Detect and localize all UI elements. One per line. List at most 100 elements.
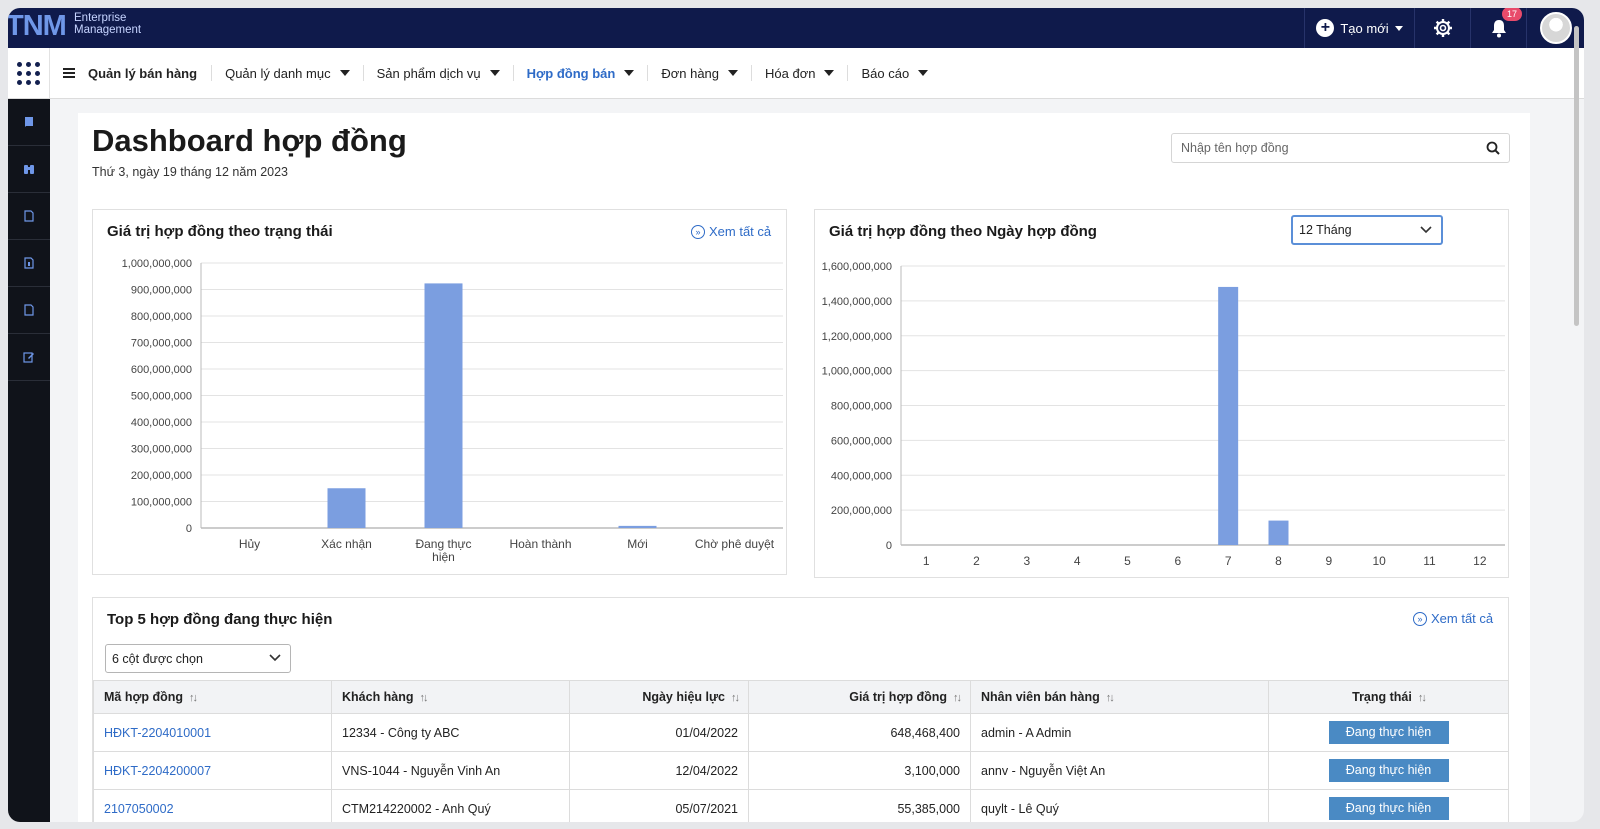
col-customer[interactable]: Khách hàng ↑↓ xyxy=(331,680,570,714)
bar[interactable] xyxy=(1218,286,1239,545)
contract-code-link[interactable]: HĐKT-2204010001 xyxy=(104,726,211,740)
caret-down-icon xyxy=(624,70,635,76)
sidebar-item-file[interactable] xyxy=(8,287,50,334)
header-label: Nhân viên bán hàng xyxy=(981,690,1100,704)
edit-icon xyxy=(23,352,34,363)
sidebar-item-edit[interactable] xyxy=(8,334,50,381)
header-label: Ngày hiệu lực xyxy=(642,690,725,704)
x-tick-label: 7 xyxy=(1225,554,1232,568)
menu-item-label: Quản lý danh mục xyxy=(225,65,331,81)
bar[interactable] xyxy=(1268,520,1289,545)
header-label: Trạng thái xyxy=(1352,690,1412,704)
menu-item-reports[interactable]: Báo cáo xyxy=(847,65,941,81)
bar[interactable] xyxy=(424,283,463,528)
date-chart-card: Giá trị hợp đồng theo Ngày hợp đồng 12 T… xyxy=(814,209,1509,578)
sort-icon[interactable]: ↑↓ xyxy=(1418,692,1427,704)
hamburger-icon[interactable] xyxy=(63,68,75,78)
notifications-button[interactable]: 17 xyxy=(1470,8,1526,48)
create-new-button[interactable]: + Tạo mới xyxy=(1304,8,1414,48)
scrollbar-thumb[interactable] xyxy=(1574,26,1579,326)
y-tick-label: 300,000,000 xyxy=(131,444,192,456)
y-tick-label: 1,000,000,000 xyxy=(122,258,192,270)
y-tick-label: 1,400,000,000 xyxy=(822,296,892,308)
logo-subtitle: Enterprise Management xyxy=(74,12,141,36)
x-tick-label: 11 xyxy=(1423,554,1436,568)
y-tick-label: 1,000,000,000 xyxy=(822,366,892,378)
search-input[interactable] xyxy=(1172,134,1472,162)
x-tick-label: 2 xyxy=(973,554,980,568)
menu-item-sales-contracts[interactable]: Hợp đồng bán xyxy=(512,65,648,81)
col-value[interactable]: Giá trị hợp đồng ↑↓ xyxy=(748,680,971,714)
caret-down-icon xyxy=(918,70,929,76)
logo-sub-line1: Enterprise xyxy=(74,12,127,24)
status-badge[interactable]: Đang thực hiện xyxy=(1328,759,1449,782)
col-status[interactable]: Trạng thái ↑↓ xyxy=(1268,680,1509,714)
y-tick-label: 100,000,000 xyxy=(131,497,192,509)
value-cell: 55,385,000 xyxy=(748,789,971,822)
y-tick-label: 1,600,000,000 xyxy=(822,261,892,273)
avatar xyxy=(1539,12,1572,44)
search-icon[interactable] xyxy=(1486,141,1500,155)
see-all-label: Xem tất cả xyxy=(1431,611,1494,626)
contracts-table: Mã hợp đồng ↑↓ Khách hàng ↑↓ Ngày hiệu lực… xyxy=(93,680,1509,822)
sort-icon[interactable]: ↑↓ xyxy=(731,692,740,704)
menu-item-products[interactable]: Sản phẩm dịch vụ xyxy=(362,65,513,81)
sidebar-item-binoculars[interactable] xyxy=(8,146,50,193)
chevron-double-right-icon: » xyxy=(1413,611,1427,626)
apps-grid-icon[interactable] xyxy=(8,48,50,98)
menu-bar: Quản lý bán hàng Quản lý danh mục Sản ph… xyxy=(8,48,1584,99)
logo[interactable]: TNM xyxy=(8,10,67,43)
document-icon xyxy=(24,210,34,222)
menu-item-orders[interactable]: Đơn hàng xyxy=(647,65,751,81)
sort-icon[interactable]: ↑↓ xyxy=(420,692,429,704)
status-badge[interactable]: Đang thực hiện xyxy=(1328,721,1449,744)
sort-icon[interactable]: ↑↓ xyxy=(1106,692,1115,704)
col-date[interactable]: Ngày hiệu lực ↑↓ xyxy=(569,680,749,714)
sidebar-item-invoice[interactable] xyxy=(8,240,50,287)
module-title[interactable]: Quản lý bán hàng xyxy=(88,66,197,81)
date-cell: 01/04/2022 xyxy=(569,713,749,752)
see-all-link[interactable]: » Xem tất cả xyxy=(1413,611,1493,626)
book-icon xyxy=(25,117,33,127)
file-icon xyxy=(24,304,34,316)
y-tick-label: 400,000,000 xyxy=(831,470,892,482)
caret-down-icon xyxy=(339,70,350,76)
page-title: Dashboard hợp đồng xyxy=(92,123,407,158)
value-cell: 648,468,400 xyxy=(748,713,971,752)
y-tick-label: 1,200,000,000 xyxy=(822,331,892,343)
menu-item-label: Hóa đơn xyxy=(765,65,816,81)
y-tick-label: 400,000,000 xyxy=(131,417,192,429)
x-tick-label: Hoàn thành xyxy=(509,537,571,551)
settings-button[interactable] xyxy=(1414,8,1470,48)
customer-cell: CTM214220002 - Anh Quý xyxy=(331,789,570,822)
status-badge[interactable]: Đang thực hiện xyxy=(1328,797,1449,820)
contract-code-link[interactable]: HĐKT-2204200007 xyxy=(104,764,211,778)
customer-cell: 12334 - Công ty ABC xyxy=(331,713,570,752)
top5-title: Top 5 hợp đồng đang thực hiện xyxy=(107,611,333,628)
menu-item-categories[interactable]: Quản lý danh mục xyxy=(211,65,363,81)
caret-down-icon xyxy=(489,70,500,76)
sort-icon[interactable]: ↑↓ xyxy=(953,692,962,704)
customer-cell: VNS-1044 - Nguyễn Vinh An xyxy=(331,751,570,790)
y-tick-label: 800,000,000 xyxy=(831,401,892,413)
column-select[interactable]: 6 cột được chọn xyxy=(105,644,291,673)
contract-code-link[interactable]: 2107050002 xyxy=(104,802,174,816)
x-tick-label: 5 xyxy=(1124,554,1131,568)
top5-card: Top 5 hợp đồng đang thực hiện » Xem tất … xyxy=(92,597,1509,822)
caret-down-icon xyxy=(1394,25,1403,31)
x-tick-label: Chờ phê duyệt xyxy=(695,537,775,551)
x-tick-label: 4 xyxy=(1074,554,1081,568)
menu-item-invoices[interactable]: Hóa đơn xyxy=(751,65,847,81)
col-code[interactable]: Mã hợp đồng ↑↓ xyxy=(93,680,332,714)
bar[interactable] xyxy=(327,488,366,528)
bar[interactable] xyxy=(618,525,657,528)
sidebar-item-document[interactable] xyxy=(8,193,50,240)
y-tick-label: 0 xyxy=(186,523,192,535)
x-tick-label: 8 xyxy=(1275,554,1282,568)
sidebar-item-book[interactable] xyxy=(8,99,50,146)
sort-icon[interactable]: ↑↓ xyxy=(189,692,198,704)
col-staff[interactable]: Nhân viên bán hàng ↑↓ xyxy=(970,680,1269,714)
table-row: 2107050002 CTM214220002 - Anh Quý 05/07/… xyxy=(93,789,1509,822)
gear-icon xyxy=(1433,19,1452,37)
top-bar: TNM Enterprise Management + Tạo mới 17 xyxy=(8,8,1584,48)
